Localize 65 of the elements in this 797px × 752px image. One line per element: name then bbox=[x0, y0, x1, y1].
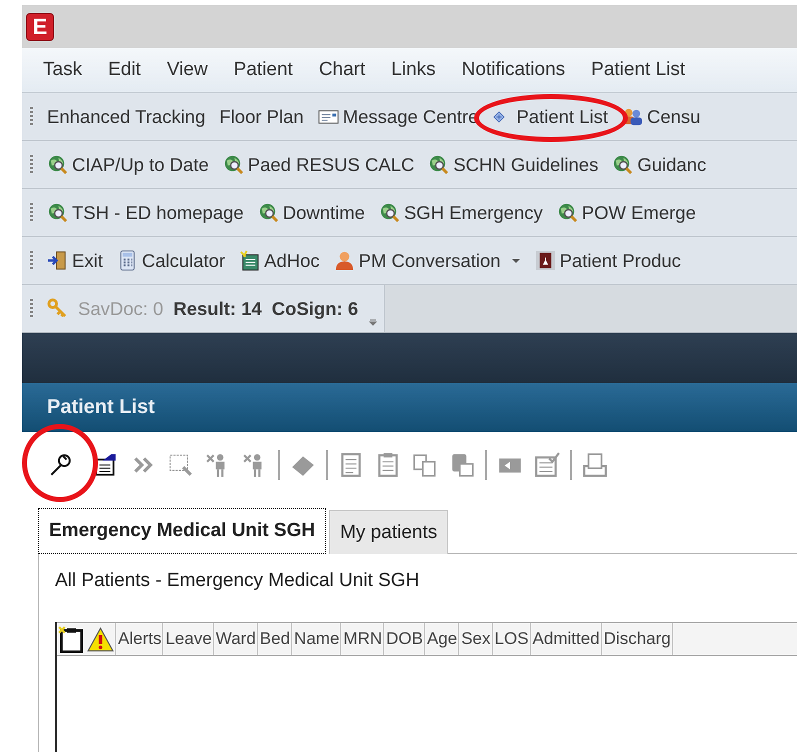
warning-icon bbox=[87, 626, 114, 652]
toolbar-button[interactable]: Floor Plan bbox=[215, 106, 308, 128]
globe-search-icon bbox=[222, 154, 244, 175]
toolbar-button[interactable]: SCHN Guidelines bbox=[424, 154, 602, 176]
column-header[interactable]: Ward bbox=[214, 623, 258, 655]
globe-search-icon bbox=[47, 202, 68, 223]
globe-search-icon bbox=[612, 154, 634, 175]
globe-search-icon bbox=[378, 202, 400, 223]
toolbar-button[interactable]: Calculator bbox=[112, 250, 230, 272]
toolbar-button[interactable]: AdHoc bbox=[235, 250, 324, 272]
person-icon bbox=[334, 250, 355, 271]
column-header[interactable]: Alerts bbox=[115, 623, 164, 655]
menu-item[interactable]: Notifications bbox=[462, 59, 566, 81]
book-icon bbox=[534, 250, 556, 271]
toolbar-button[interactable]: POW Emerge bbox=[552, 202, 700, 224]
caret-icon bbox=[510, 258, 521, 264]
tab[interactable]: My patients bbox=[329, 510, 448, 554]
toolbar-button[interactable]: Censu bbox=[618, 106, 704, 128]
column-header[interactable]: Sex bbox=[459, 623, 493, 655]
toolbar-button[interactable]: CIAP/Up to Date bbox=[43, 154, 213, 176]
toolbar-button[interactable]: TSH - ED homepage bbox=[43, 202, 248, 224]
menu-item[interactable]: Patient List bbox=[591, 59, 686, 81]
grip-handle[interactable] bbox=[30, 154, 33, 174]
menu-item[interactable]: Task bbox=[43, 59, 82, 81]
list-title: All Patients - Emergency Medical Unit SGH bbox=[55, 570, 420, 592]
column-header[interactable]: LOS bbox=[492, 623, 531, 655]
globe-search-icon bbox=[428, 154, 450, 175]
toolbar-button[interactable]: Guidanc bbox=[608, 154, 710, 176]
column-header[interactable]: Bed bbox=[258, 623, 292, 655]
globe-search-icon bbox=[47, 154, 68, 175]
globe-search-icon bbox=[556, 202, 578, 223]
menu-item[interactable]: Chart bbox=[318, 59, 366, 81]
column-header[interactable]: Name bbox=[292, 623, 342, 655]
toolbar-button[interactable]: Paed RESUS CALC bbox=[218, 154, 418, 176]
column-header[interactable]: DOB bbox=[384, 623, 425, 655]
menu-item[interactable]: Patient bbox=[234, 59, 293, 81]
toolbar-button[interactable]: PM Conversation bbox=[330, 250, 525, 272]
status-counter[interactable]: CoSign: 6 bbox=[272, 298, 358, 320]
menu-item[interactable]: Edit bbox=[108, 59, 141, 81]
notepad-icon bbox=[239, 250, 260, 271]
toolbar-button[interactable]: SGH Emergency bbox=[374, 202, 547, 224]
toolbar-button[interactable]: Downtime bbox=[254, 202, 369, 224]
toolbar-button[interactable]: Exit bbox=[43, 250, 107, 272]
key-icon bbox=[47, 298, 68, 319]
column-header[interactable]: Leave bbox=[163, 623, 214, 655]
menu-item[interactable]: Links bbox=[391, 59, 436, 81]
toolbar-button[interactable]: Enhanced Tracking bbox=[43, 106, 210, 128]
exit-door-icon bbox=[47, 250, 68, 271]
column-header[interactable]: Admitted bbox=[530, 623, 602, 655]
grip-handle[interactable] bbox=[30, 106, 33, 126]
panel-title: Patient List bbox=[47, 396, 155, 419]
column-header[interactable]: Discharg bbox=[602, 623, 673, 655]
grip-handle[interactable] bbox=[30, 298, 33, 318]
column-header[interactable]: Age bbox=[424, 623, 460, 655]
toolbar-button[interactable]: Patient Produc bbox=[530, 250, 685, 272]
grip-handle[interactable] bbox=[30, 202, 33, 222]
app-icon: E bbox=[26, 12, 54, 40]
menu-item[interactable]: View bbox=[166, 59, 208, 81]
network-icon bbox=[492, 110, 506, 124]
toolbar-button[interactable]: Patient List bbox=[488, 106, 612, 128]
column-header[interactable]: MRN bbox=[341, 623, 384, 655]
globe-search-icon bbox=[258, 202, 279, 223]
grip-handle[interactable] bbox=[30, 250, 33, 270]
tab[interactable]: Emergency Medical Unit SGH bbox=[38, 508, 326, 554]
status-counter[interactable]: Result: 14 bbox=[173, 298, 262, 320]
